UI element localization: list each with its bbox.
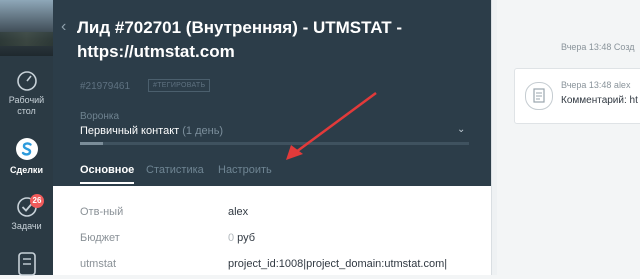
activity-feed: Вчера 13:48 Созд Вчера 13:48 alex Коммен… (497, 0, 640, 275)
feed-event-time: Вчера 13:48 Созд (561, 42, 635, 52)
note-time: Вчера 13:48 alex (561, 80, 631, 90)
note-document-icon (525, 82, 553, 110)
feed-note[interactable]: Вчера 13:48 alex Комментарий: ht (514, 68, 640, 124)
note-text: Комментарий: ht (561, 95, 638, 106)
